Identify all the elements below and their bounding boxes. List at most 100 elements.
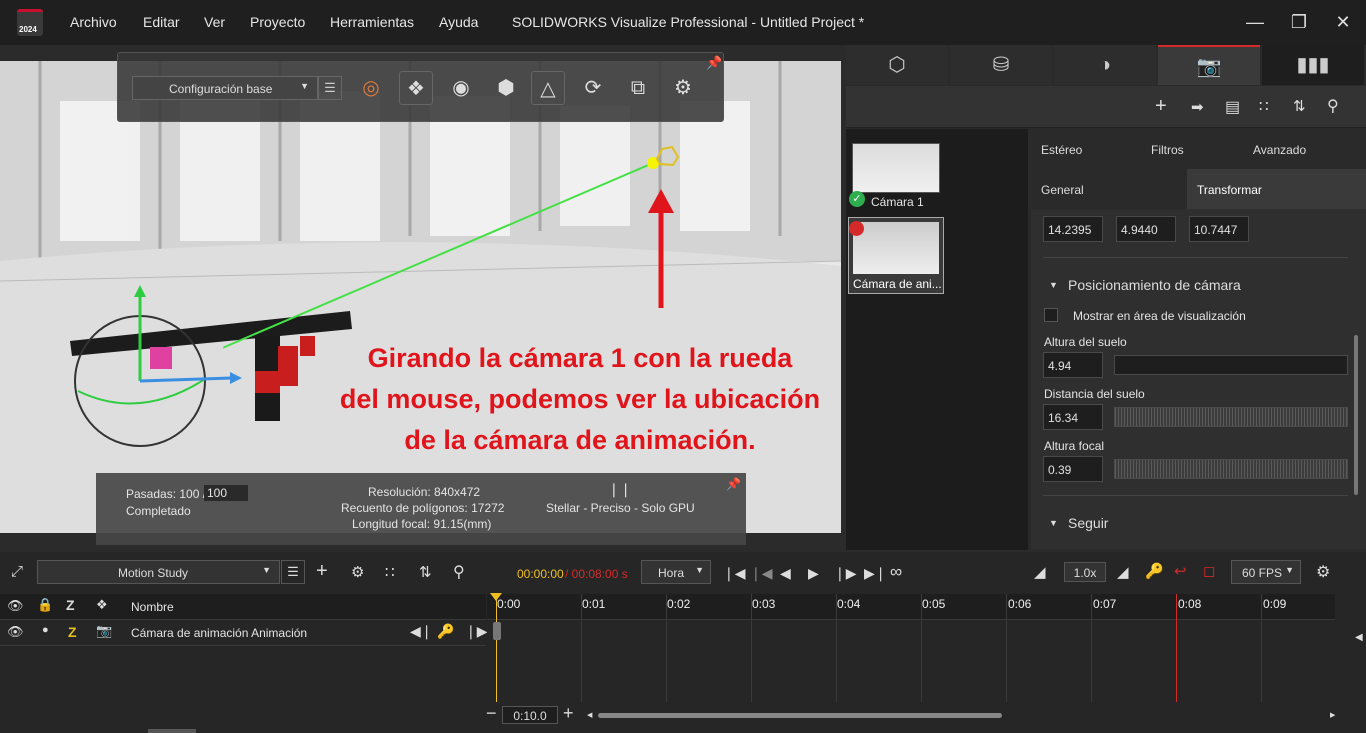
floor-height-bar[interactable]: [1114, 355, 1348, 375]
tab-general[interactable]: General: [1041, 183, 1084, 197]
z-icon[interactable]: Z: [66, 597, 75, 613]
step-back-icon[interactable]: ◀: [780, 565, 791, 582]
add-icon[interactable]: +: [1155, 95, 1167, 118]
focal-height-slider[interactable]: [1114, 459, 1348, 479]
keyframe-icon[interactable]: ⚙: [351, 563, 364, 581]
bounce-icon[interactable]: ↩: [1174, 562, 1187, 580]
section-follow[interactable]: Seguir: [1068, 515, 1108, 531]
menu-editar[interactable]: Editar: [143, 14, 180, 30]
menu-archivo[interactable]: Archivo: [70, 14, 117, 30]
collapse-icon[interactable]: ▼: [1049, 518, 1058, 528]
keyframe-start[interactable]: [493, 622, 501, 640]
menu-ver[interactable]: Ver: [204, 14, 225, 30]
pin-icon[interactable]: 📌: [706, 55, 722, 71]
maximize-button[interactable]: ❐: [1287, 10, 1311, 34]
render-viewport[interactable]: [0, 61, 841, 533]
camera-item-2[interactable]: Cámara de ani...: [848, 217, 944, 294]
time-unit-select[interactable]: Hora ▼: [641, 560, 711, 584]
key-icon[interactable]: 🔑: [437, 623, 454, 640]
tab-transformar[interactable]: Transformar: [1197, 183, 1262, 197]
prev-key-icon[interactable]: ◀❘: [410, 623, 433, 640]
config-select[interactable]: Configuración base ▼: [132, 76, 318, 100]
grid-view-icon[interactable]: ∷: [1259, 97, 1269, 115]
refresh-icon[interactable]: ⟳: [576, 71, 610, 105]
add-icon[interactable]: +: [316, 560, 328, 583]
end-marker[interactable]: [1176, 594, 1177, 702]
list-menu-icon[interactable]: ☰: [318, 76, 342, 100]
close-button[interactable]: ✕: [1331, 10, 1355, 34]
sort-icon[interactable]: ⇅: [419, 563, 432, 581]
speed-field[interactable]: 1.0x: [1064, 562, 1106, 582]
menu-proyecto[interactable]: Proyecto: [250, 14, 305, 30]
tab-appearances-icon[interactable]: ⛁: [950, 45, 1052, 85]
tab-libraries-icon[interactable]: ▮▮▮: [1262, 45, 1364, 85]
scroll-left-icon[interactable]: ◀: [1355, 632, 1363, 643]
menu-ayuda[interactable]: Ayuda: [439, 14, 478, 30]
minimize-button[interactable]: —: [1243, 10, 1267, 34]
eye-icon[interactable]: 👁: [7, 598, 24, 614]
zoom-out-icon[interactable]: −: [486, 703, 497, 724]
tab-avanzado[interactable]: Avanzado: [1253, 143, 1306, 157]
lock-icon[interactable]: 🔒: [37, 597, 53, 613]
scroll-right-icon[interactable]: ▶: [1330, 711, 1335, 719]
playhead[interactable]: [496, 594, 497, 702]
show-in-viewport-checkbox[interactable]: [1044, 308, 1058, 322]
section-camera-positioning[interactable]: Posicionamiento de cámara: [1068, 277, 1241, 293]
layout-icon[interactable]: ▤: [1225, 97, 1240, 117]
playhead-handle[interactable]: [490, 593, 502, 601]
position-y-field[interactable]: 4.9440: [1116, 216, 1176, 242]
type-icon[interactable]: ❖: [96, 597, 108, 613]
transform-icon[interactable]: △: [531, 71, 565, 105]
export-icon[interactable]: ⧉: [621, 71, 655, 105]
position-z-field[interactable]: 10.7447: [1189, 216, 1249, 242]
passes-input[interactable]: 100: [204, 485, 248, 501]
z-icon[interactable]: Z: [68, 624, 77, 640]
first-frame-icon[interactable]: ❘◀: [723, 565, 746, 582]
floor-distance-slider[interactable]: [1114, 407, 1348, 427]
tab-models-icon[interactable]: ⬡: [846, 45, 948, 85]
key-icon[interactable]: 🔑: [1145, 562, 1164, 580]
ease-out-icon[interactable]: ◢: [1117, 563, 1129, 581]
grid-view-icon[interactable]: ∷: [385, 563, 395, 581]
play-icon[interactable]: ▶: [808, 565, 819, 582]
step-forward-icon[interactable]: ❘▶: [834, 565, 857, 582]
next-key-icon[interactable]: ❘▶: [465, 623, 488, 640]
motion-study-select[interactable]: Motion Study ▼: [37, 560, 280, 584]
last-frame-icon[interactable]: ▶❘: [864, 565, 887, 582]
loop-icon[interactable]: ∞: [890, 562, 902, 582]
track-row[interactable]: 👁 ● Z 📷 Cámara de animación Animación ◀❘…: [0, 620, 488, 646]
collapse-icon[interactable]: ▼: [1049, 280, 1058, 290]
zoom-in-icon[interactable]: +: [563, 703, 574, 724]
prev-frame-icon[interactable]: ❘◀: [750, 565, 773, 582]
trim-icon[interactable]: ◻: [1203, 562, 1215, 580]
tab-estereo[interactable]: Estéreo: [1041, 143, 1082, 157]
fps-select[interactable]: 60 FPS ▼: [1231, 560, 1301, 584]
list-menu-icon[interactable]: ☰: [281, 560, 305, 584]
search-icon[interactable]: ⚲: [453, 562, 465, 582]
tumble-icon[interactable]: ❖: [399, 71, 433, 105]
turntable-icon[interactable]: ◉: [444, 71, 478, 105]
camera-tool-icon[interactable]: ⚙: [666, 71, 700, 105]
focal-height-field[interactable]: 0.39: [1043, 456, 1103, 482]
tab-cameras-icon[interactable]: 📷: [1158, 45, 1260, 85]
app-logo[interactable]: 2024: [17, 9, 43, 36]
dot-icon[interactable]: ●: [42, 624, 49, 636]
tab-scenes-icon[interactable]: ◑: [1054, 45, 1156, 85]
camera-item-1[interactable]: ✓ Cámara 1: [849, 143, 940, 209]
position-x-field[interactable]: 14.2395: [1043, 216, 1103, 242]
settings-icon[interactable]: ⚙: [1316, 562, 1330, 582]
sort-icon[interactable]: ⇅: [1293, 97, 1306, 115]
eye-icon[interactable]: 👁: [7, 624, 24, 640]
floor-distance-field[interactable]: 16.34: [1043, 404, 1103, 430]
scroll-left-icon[interactable]: ◀: [587, 711, 592, 719]
tab-filtros[interactable]: Filtros: [1151, 143, 1184, 157]
floor-height-field[interactable]: 4.94: [1043, 352, 1103, 378]
timeline-scrollbar[interactable]: [598, 713, 1002, 718]
duration-field[interactable]: 0:10.0: [502, 706, 558, 724]
menu-herramientas[interactable]: Herramientas: [330, 14, 414, 30]
props-scrollbar[interactable]: [1354, 335, 1358, 495]
import-icon[interactable]: ➡: [1191, 98, 1204, 116]
search-icon[interactable]: ⚲: [1327, 96, 1339, 116]
ease-in-icon[interactable]: ◢: [1034, 563, 1046, 581]
collapse-arrows-icon[interactable]: ⤢: [11, 563, 23, 580]
